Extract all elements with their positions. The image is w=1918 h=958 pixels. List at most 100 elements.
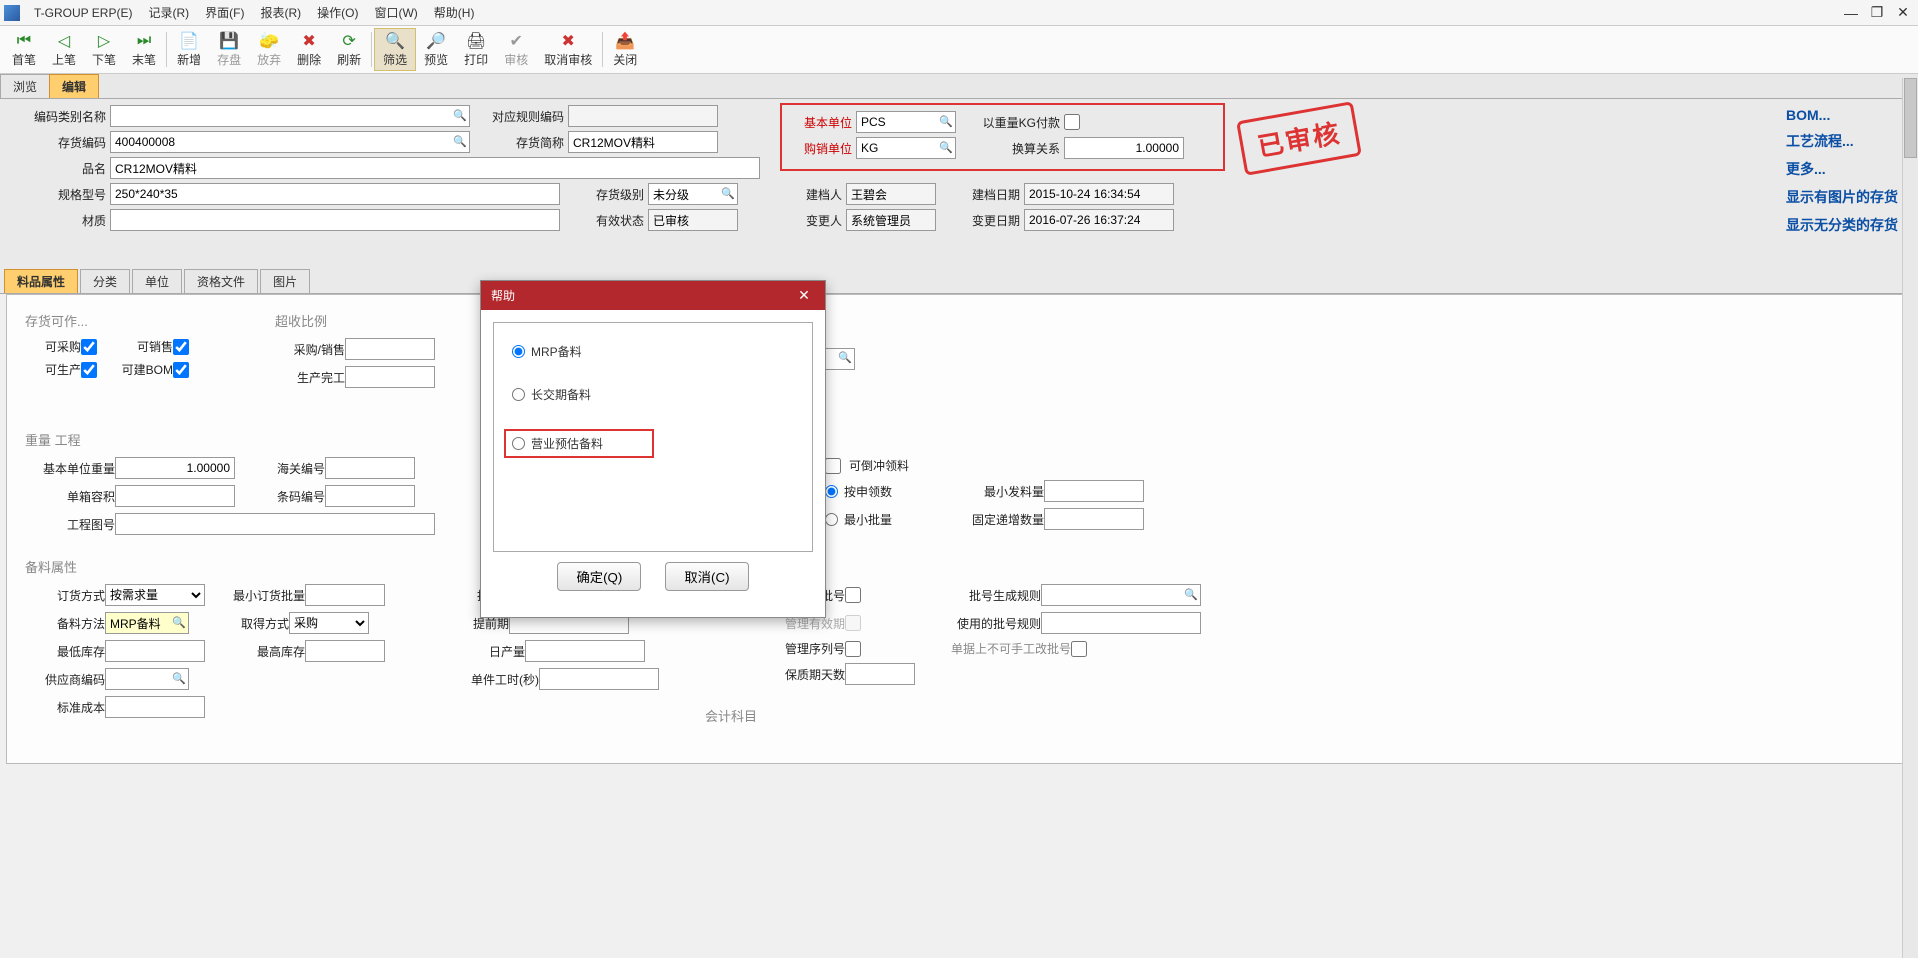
link-more[interactable]: 更多...: [1786, 159, 1898, 179]
tool-save[interactable]: 💾存盘: [209, 28, 249, 71]
menu-help[interactable]: 帮助(H): [428, 2, 481, 23]
radio-min-batch[interactable]: [825, 513, 838, 526]
radio-by-apply[interactable]: [825, 485, 838, 498]
menu-window[interactable]: 窗口(W): [368, 2, 423, 23]
dtab-unit[interactable]: 单位: [132, 269, 182, 293]
checkbox-manage-batch[interactable]: [845, 587, 861, 603]
dtab-category[interactable]: 分类: [80, 269, 130, 293]
tool-print[interactable]: 🖨打印: [456, 28, 496, 71]
tool-close[interactable]: 📤关闭: [605, 28, 645, 71]
checkbox-bom[interactable]: [173, 362, 189, 378]
link-show-with-image[interactable]: 显示有图片的存货: [1786, 187, 1898, 207]
checkbox-reverse-pick[interactable]: [825, 458, 841, 474]
input-daily-out[interactable]: [525, 640, 645, 662]
tool-approve[interactable]: ✔审核: [496, 28, 536, 71]
input-min-order[interactable]: [305, 584, 385, 606]
label-weight-pay: 以重量KG付款: [960, 114, 1060, 131]
dtab-qualify[interactable]: 资格文件: [184, 269, 258, 293]
checkbox-manage-serial[interactable]: [845, 641, 861, 657]
tool-next[interactable]: ▷下笔: [84, 28, 124, 71]
checkbox-weight-pay[interactable]: [1064, 114, 1080, 130]
tool-delete[interactable]: ✖删除: [289, 28, 329, 71]
dtab-image[interactable]: 图片: [260, 269, 310, 293]
tool-prev[interactable]: ◁上笔: [44, 28, 84, 71]
menu-record[interactable]: 记录(R): [142, 2, 195, 23]
search-icon[interactable]: 🔍: [452, 107, 468, 123]
option-forecast[interactable]: 营业预估备料: [504, 429, 654, 458]
dialog-cancel-button[interactable]: 取消(C): [665, 562, 748, 591]
link-show-unclassified[interactable]: 显示无分类的存货: [1786, 215, 1898, 235]
input-batch-rule[interactable]: [1041, 584, 1201, 606]
checkbox-sellable[interactable]: [173, 339, 189, 355]
section-weight: 重量 工程: [25, 430, 1893, 449]
scrollbar-thumb[interactable]: [1904, 78, 1917, 158]
label-sellable: 可销售: [117, 338, 173, 355]
search-icon[interactable]: 🔍: [720, 185, 736, 201]
input-purchase-sale[interactable]: [345, 338, 435, 360]
input-unit-time[interactable]: [539, 668, 659, 690]
radio-mrp[interactable]: [512, 345, 525, 358]
tool-first[interactable]: ⏮首笔: [4, 28, 44, 71]
input-box-cap[interactable]: [115, 485, 235, 507]
menu-operation[interactable]: 操作(O): [311, 2, 364, 23]
search-icon[interactable]: 🔍: [837, 350, 853, 366]
input-name[interactable]: [110, 157, 760, 179]
search-icon[interactable]: 🔍: [1183, 586, 1199, 602]
dtab-attr[interactable]: 料品属性: [4, 269, 78, 293]
input-prod-done[interactable]: [345, 366, 435, 388]
search-icon[interactable]: 🔍: [171, 614, 187, 630]
input-std-cost[interactable]: [105, 696, 205, 718]
input-shelf-days[interactable]: [845, 663, 915, 685]
input-customs[interactable]: [325, 457, 415, 479]
tool-last[interactable]: ⏭末笔: [124, 28, 164, 71]
checkbox-manage-valid: [845, 615, 861, 631]
input-min-stock[interactable]: [105, 640, 205, 662]
vertical-scrollbar[interactable]: [1902, 78, 1918, 958]
input-stock-short[interactable]: [568, 131, 718, 153]
tool-unapprove[interactable]: ✖取消审核: [536, 28, 600, 71]
search-icon[interactable]: 🔍: [171, 670, 187, 686]
tab-edit[interactable]: 编辑: [49, 74, 99, 98]
search-icon[interactable]: 🔍: [938, 139, 954, 155]
dialog-title: 帮助: [491, 287, 515, 304]
input-barcode[interactable]: [325, 485, 415, 507]
checkbox-no-manual[interactable]: [1071, 641, 1087, 657]
input-spec[interactable]: [110, 183, 560, 205]
input-stock-code[interactable]: [110, 131, 470, 153]
checkbox-purchasable[interactable]: [81, 339, 97, 355]
close-icon[interactable]: ✕: [1892, 4, 1914, 22]
input-eng-draw[interactable]: [115, 513, 435, 535]
option-long-lead[interactable]: 长交期备料: [512, 386, 794, 403]
radio-long-lead[interactable]: [512, 388, 525, 401]
checkbox-producible[interactable]: [81, 362, 97, 378]
link-bom[interactable]: BOM...: [1786, 107, 1898, 123]
input-max-stock[interactable]: [305, 640, 385, 662]
option-mrp[interactable]: MRP备料: [512, 343, 794, 360]
dialog-close-icon[interactable]: ✕: [793, 287, 815, 304]
search-icon[interactable]: 🔍: [938, 113, 954, 129]
dialog-ok-button[interactable]: 确定(Q): [557, 562, 641, 591]
input-convert[interactable]: [1064, 137, 1184, 159]
input-min-issue[interactable]: [1044, 480, 1144, 502]
tool-discard[interactable]: 🧽放弃: [249, 28, 289, 71]
input-used-rule[interactable]: [1041, 612, 1201, 634]
search-icon[interactable]: 🔍: [452, 133, 468, 149]
tool-new[interactable]: 📄新增: [169, 28, 209, 71]
menu-view[interactable]: 界面(F): [199, 2, 250, 23]
input-base-weight[interactable]: [115, 457, 235, 479]
label-daily-out: 日产量: [445, 643, 525, 660]
select-acquire[interactable]: 采购: [289, 612, 369, 634]
input-code-class[interactable]: [110, 105, 470, 127]
tool-refresh[interactable]: ⟳刷新: [329, 28, 369, 71]
radio-forecast[interactable]: [512, 437, 525, 450]
select-order-method[interactable]: 按需求量: [105, 584, 205, 606]
link-process[interactable]: 工艺流程...: [1786, 131, 1898, 151]
menu-report[interactable]: 报表(R): [254, 2, 307, 23]
minimize-icon[interactable]: —: [1840, 4, 1862, 22]
input-fix-incr[interactable]: [1044, 508, 1144, 530]
tab-browse[interactable]: 浏览: [0, 74, 50, 98]
maximize-icon[interactable]: ❐: [1866, 4, 1888, 22]
tool-filter[interactable]: 🔍筛选: [374, 28, 416, 71]
tool-preview[interactable]: 🔎预览: [416, 28, 456, 71]
input-material[interactable]: [110, 209, 560, 231]
